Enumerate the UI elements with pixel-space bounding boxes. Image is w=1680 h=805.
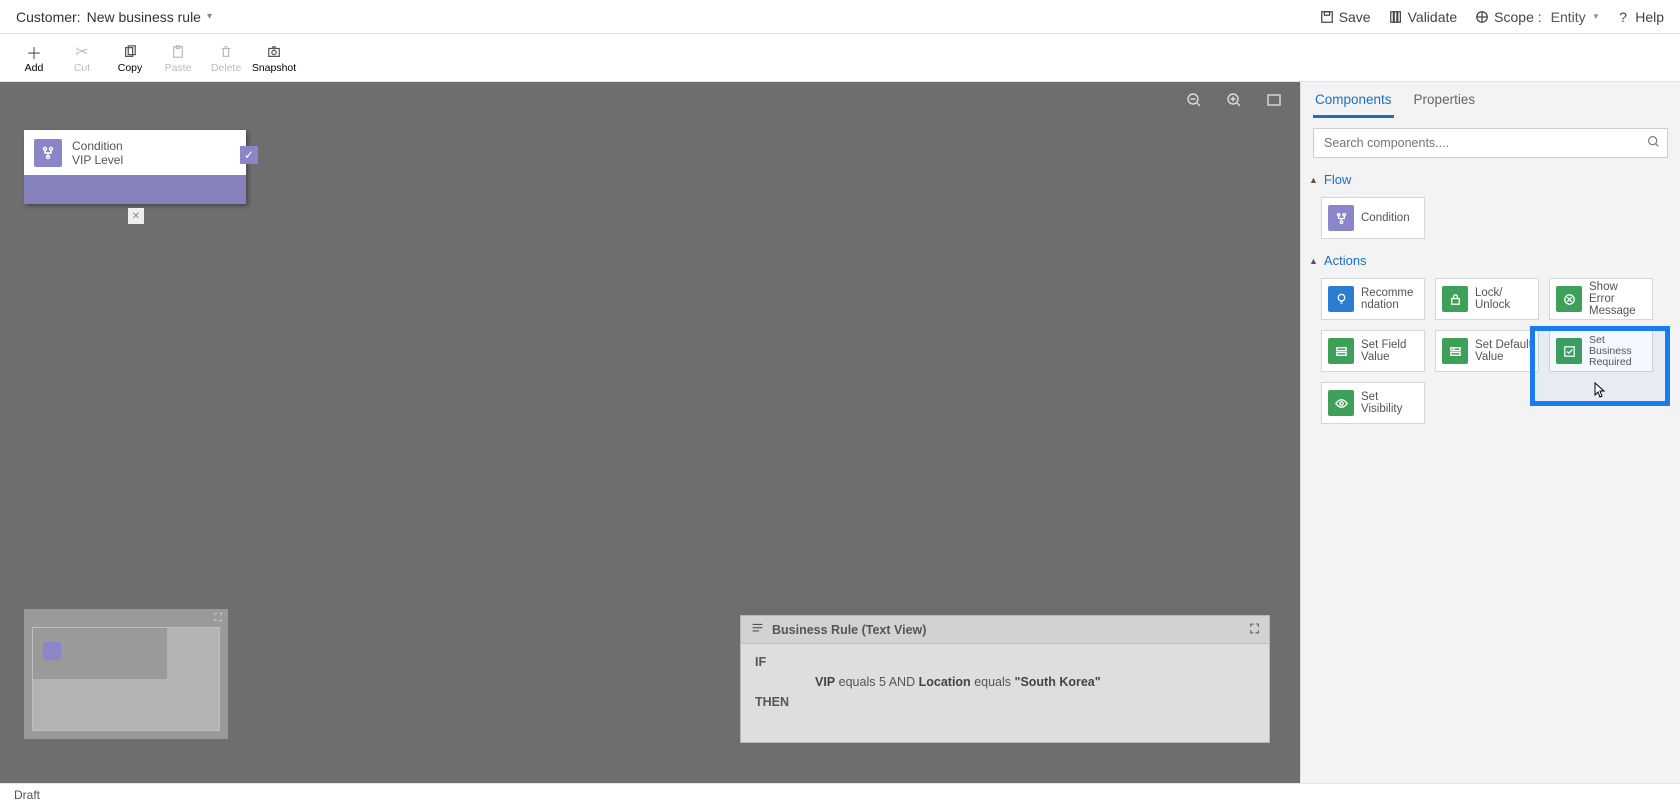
- fit-screen-icon[interactable]: [1266, 92, 1282, 113]
- scope-value: Entity: [1551, 9, 1586, 25]
- help-label: Help: [1635, 9, 1664, 25]
- scope-icon: [1475, 10, 1489, 24]
- zoom-in-icon[interactable]: [1226, 92, 1242, 113]
- component-recommendation[interactable]: Recomme ndation: [1321, 278, 1425, 320]
- default-icon: [1442, 338, 1468, 364]
- condition-icon: [43, 642, 61, 660]
- node-title: VIP Level: [72, 153, 123, 167]
- condition-icon: [34, 139, 62, 167]
- then-keyword: THEN: [755, 695, 789, 709]
- scope-selector[interactable]: Scope : Entity ▾: [1475, 9, 1598, 25]
- tab-components[interactable]: Components: [1313, 86, 1394, 118]
- zoom-out-icon[interactable]: [1186, 92, 1202, 113]
- if-keyword: IF: [755, 655, 766, 669]
- status-state: Draft: [14, 788, 40, 802]
- snapshot-button[interactable]: Snapshot: [250, 42, 298, 74]
- component-lock-unlock[interactable]: Lock/ Unlock: [1435, 278, 1539, 320]
- collapse-icon: ▲: [1309, 175, 1318, 185]
- required-icon: [1556, 338, 1582, 364]
- save-button[interactable]: Save: [1320, 9, 1371, 25]
- chevron-down-icon: ▾: [1594, 11, 1599, 22]
- text-view-panel: Business Rule (Text View) ⛶ IF VIP equal…: [740, 615, 1270, 743]
- rule-name: New business rule: [87, 9, 201, 25]
- textview-icon: [751, 622, 764, 638]
- textview-title: Business Rule (Text View): [772, 623, 926, 637]
- lightbulb-icon: [1328, 286, 1354, 312]
- validate-label: Validate: [1408, 9, 1458, 25]
- chevron-down-icon: ▾: [207, 11, 212, 22]
- search-components: [1313, 128, 1668, 158]
- save-icon: [1320, 10, 1334, 24]
- component-show-error[interactable]: Show Error Message: [1549, 278, 1653, 320]
- search-input[interactable]: [1313, 128, 1668, 158]
- component-set-default[interactable]: Set Default Value: [1435, 330, 1539, 372]
- node-type: Condition: [72, 139, 123, 153]
- eye-icon: [1328, 390, 1354, 416]
- component-set-field[interactable]: Set Field Value: [1321, 330, 1425, 372]
- camera-icon: [267, 42, 281, 62]
- collapse-icon: ▲: [1309, 256, 1318, 266]
- false-connector[interactable]: ✕: [128, 208, 144, 224]
- help-button[interactable]: ? Help: [1616, 9, 1664, 25]
- copy-icon: [123, 42, 137, 62]
- validate-icon: [1389, 10, 1403, 24]
- delete-button[interactable]: Delete: [202, 42, 250, 74]
- tab-properties[interactable]: Properties: [1412, 86, 1478, 118]
- error-icon: [1556, 286, 1582, 312]
- expand-icon[interactable]: ⛶: [214, 612, 222, 625]
- paste-button[interactable]: Paste: [154, 42, 202, 74]
- scope-label: Scope :: [1494, 9, 1541, 25]
- paste-icon: [171, 42, 185, 62]
- validate-button[interactable]: Validate: [1389, 9, 1458, 25]
- status-bar: Draft: [0, 783, 1680, 805]
- field-icon: [1328, 338, 1354, 364]
- add-button[interactable]: ＋ Add: [10, 42, 58, 74]
- side-panel: Components Properties ▲ Flow Condition ▲…: [1300, 82, 1680, 783]
- expand-icon[interactable]: ⛶: [1250, 622, 1259, 637]
- rule-expression: VIP equals 5 AND Location equals "South …: [755, 672, 1255, 692]
- save-label: Save: [1339, 9, 1371, 25]
- component-set-required[interactable]: Set Business Required: [1549, 330, 1653, 372]
- lock-icon: [1442, 286, 1468, 312]
- component-condition[interactable]: Condition: [1321, 197, 1425, 239]
- designer-canvas[interactable]: Condition VIP Level ✓ ✕ ⛶ Business Rule …: [0, 82, 1300, 783]
- plus-icon: ＋: [26, 42, 42, 62]
- search-icon[interactable]: [1647, 135, 1660, 151]
- condition-node[interactable]: Condition VIP Level ✓ ✕: [24, 130, 246, 204]
- trash-icon: [219, 42, 233, 62]
- true-connector[interactable]: ✓: [240, 146, 258, 164]
- breadcrumb[interactable]: Customer: New business rule ▾: [16, 9, 212, 25]
- help-icon: ?: [1616, 10, 1630, 24]
- toolbar: ＋ Add ✂ Cut Copy Paste Delete Snapshot: [0, 34, 1680, 82]
- copy-button[interactable]: Copy: [106, 42, 154, 74]
- component-set-visibility[interactable]: Set Visibility: [1321, 382, 1425, 424]
- cut-icon: ✂: [75, 42, 88, 62]
- minimap[interactable]: ⛶: [24, 609, 228, 739]
- group-flow-header[interactable]: ▲ Flow: [1309, 172, 1668, 187]
- group-actions-header[interactable]: ▲ Actions: [1309, 253, 1668, 268]
- entity-name: Customer:: [16, 9, 81, 25]
- condition-icon: [1328, 205, 1354, 231]
- header-bar: Customer: New business rule ▾ Save Valid…: [0, 0, 1680, 34]
- cut-button[interactable]: ✂ Cut: [58, 42, 106, 74]
